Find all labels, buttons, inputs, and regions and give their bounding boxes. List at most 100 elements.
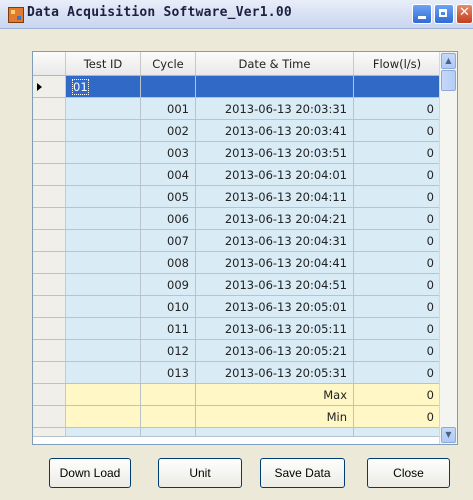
test-id-cell[interactable]	[65, 317, 141, 340]
flow-cell[interactable]: 0	[353, 339, 441, 362]
blank-cell[interactable]	[353, 427, 441, 437]
flow-cell[interactable]: 0	[353, 163, 441, 186]
column-header-test-id[interactable]: Test ID	[65, 52, 141, 76]
cycle-cell[interactable]: 011	[140, 317, 196, 340]
minimize-button[interactable]	[412, 4, 432, 24]
flow-cell[interactable]: 0	[353, 317, 441, 340]
test-id-cell[interactable]	[65, 295, 141, 318]
cycle-cell[interactable]	[140, 383, 196, 406]
flow-cell[interactable]: 0	[353, 185, 441, 208]
scroll-up-button[interactable]: ▲	[441, 53, 456, 69]
datetime-cell[interactable]	[195, 75, 354, 98]
table-row[interactable]: 007 2013-06-13 20:04:31 0	[33, 229, 441, 252]
cycle-cell[interactable]: 010	[140, 295, 196, 318]
table-row-selected[interactable]: 01	[33, 75, 441, 98]
cycle-cell[interactable]: 007	[140, 229, 196, 252]
blank-cell[interactable]	[195, 427, 354, 437]
table-row[interactable]: 011 2013-06-13 20:05:11 0	[33, 317, 441, 340]
unit-button[interactable]: Unit	[158, 458, 242, 488]
test-id-cell[interactable]	[65, 383, 141, 406]
table-row[interactable]: 010 2013-06-13 20:05:01 0	[33, 295, 441, 318]
flow-cell[interactable]: 0	[353, 251, 441, 274]
flow-cell[interactable]: 0	[353, 273, 441, 296]
flow-cell[interactable]: 0	[353, 383, 441, 406]
row-header[interactable]	[33, 97, 66, 120]
datetime-cell[interactable]: 2013-06-13 20:04:11	[195, 185, 354, 208]
flow-cell[interactable]: 0	[353, 207, 441, 230]
column-header-cycle[interactable]: Cycle	[140, 52, 196, 76]
maximize-button[interactable]	[434, 4, 454, 24]
row-header[interactable]	[33, 317, 66, 340]
row-header[interactable]	[33, 427, 66, 437]
row-header[interactable]	[33, 141, 66, 164]
cycle-cell[interactable]: 001	[140, 97, 196, 120]
datetime-cell[interactable]: 2013-06-13 20:04:01	[195, 163, 354, 186]
table-row[interactable]: 013 2013-06-13 20:05:31 0	[33, 361, 441, 384]
cycle-cell[interactable]: 004	[140, 163, 196, 186]
cycle-cell[interactable]: 005	[140, 185, 196, 208]
test-id-cell[interactable]	[65, 339, 141, 362]
row-header[interactable]	[33, 185, 66, 208]
table-row[interactable]: 009 2013-06-13 20:04:51 0	[33, 273, 441, 296]
flow-cell[interactable]: 0	[353, 361, 441, 384]
datetime-cell[interactable]: 2013-06-13 20:04:51	[195, 273, 354, 296]
datetime-cell[interactable]: 2013-06-13 20:03:51	[195, 141, 354, 164]
test-id-cell[interactable]	[65, 405, 141, 428]
row-header[interactable]	[33, 251, 66, 274]
row-header[interactable]	[33, 339, 66, 362]
flow-cell[interactable]: 0	[353, 405, 441, 428]
cycle-cell[interactable]: 012	[140, 339, 196, 362]
data-grid[interactable]: Test ID Cycle Date & Time Flow(l/s) 01 0…	[32, 51, 458, 445]
cycle-cell[interactable]	[140, 405, 196, 428]
row-header[interactable]	[33, 207, 66, 230]
cycle-cell[interactable]: 013	[140, 361, 196, 384]
summary-row[interactable]: Max 0	[33, 383, 441, 406]
row-header[interactable]	[33, 75, 66, 98]
cycle-cell[interactable]	[140, 75, 196, 98]
row-header[interactable]	[33, 361, 66, 384]
close-button[interactable]: Close	[367, 458, 450, 488]
row-header[interactable]	[33, 229, 66, 252]
flow-cell[interactable]: 0	[353, 97, 441, 120]
flow-cell[interactable]: 0	[353, 295, 441, 318]
test-id-cell[interactable]	[65, 251, 141, 274]
cycle-cell[interactable]: 003	[140, 141, 196, 164]
datetime-cell[interactable]: 2013-06-13 20:04:21	[195, 207, 354, 230]
row-header[interactable]	[33, 405, 66, 428]
test-id-cell[interactable]	[65, 229, 141, 252]
datetime-cell[interactable]: 2013-06-13 20:05:31	[195, 361, 354, 384]
datetime-cell[interactable]: 2013-06-13 20:04:41	[195, 251, 354, 274]
table-row[interactable]: 006 2013-06-13 20:04:21 0	[33, 207, 441, 230]
download-button[interactable]: Down Load	[49, 458, 131, 488]
datetime-cell[interactable]: 2013-06-13 20:03:31	[195, 97, 354, 120]
test-id-cell[interactable]	[65, 207, 141, 230]
datetime-cell[interactable]: 2013-06-13 20:04:31	[195, 229, 354, 252]
table-row[interactable]: 002 2013-06-13 20:03:41 0	[33, 119, 441, 142]
test-id-cell[interactable]	[65, 361, 141, 384]
row-header[interactable]	[33, 273, 66, 296]
save-data-button[interactable]: Save Data	[260, 458, 345, 488]
table-row[interactable]: 003 2013-06-13 20:03:51 0	[33, 141, 441, 164]
table-row[interactable]: 012 2013-06-13 20:05:21 0	[33, 339, 441, 362]
column-header-flow[interactable]: Flow(l/s)	[353, 52, 441, 76]
table-row[interactable]: 001 2013-06-13 20:03:31 0	[33, 97, 441, 120]
row-header[interactable]	[33, 119, 66, 142]
datetime-cell[interactable]: 2013-06-13 20:03:41	[195, 119, 354, 142]
row-header[interactable]	[33, 295, 66, 318]
vertical-scrollbar[interactable]: ▲ ▼	[439, 52, 457, 444]
test-id-cell[interactable]: 01	[65, 75, 141, 98]
datetime-cell[interactable]: 2013-06-13 20:05:21	[195, 339, 354, 362]
table-row[interactable]: 004 2013-06-13 20:04:01 0	[33, 163, 441, 186]
table-row-partial[interactable]	[33, 427, 441, 437]
close-window-button[interactable]	[456, 4, 473, 24]
blank-cell[interactable]	[140, 427, 196, 437]
title-bar[interactable]: Data Acquisition Software_Ver1.00	[0, 0, 473, 29]
table-row[interactable]: 008 2013-06-13 20:04:41 0	[33, 251, 441, 274]
datetime-cell[interactable]: 2013-06-13 20:05:01	[195, 295, 354, 318]
scroll-down-button[interactable]: ▼	[441, 427, 456, 443]
table-row[interactable]: 005 2013-06-13 20:04:11 0	[33, 185, 441, 208]
column-header-date-time[interactable]: Date & Time	[195, 52, 354, 76]
row-header[interactable]	[33, 163, 66, 186]
test-id-cell[interactable]	[65, 141, 141, 164]
cycle-cell[interactable]: 008	[140, 251, 196, 274]
